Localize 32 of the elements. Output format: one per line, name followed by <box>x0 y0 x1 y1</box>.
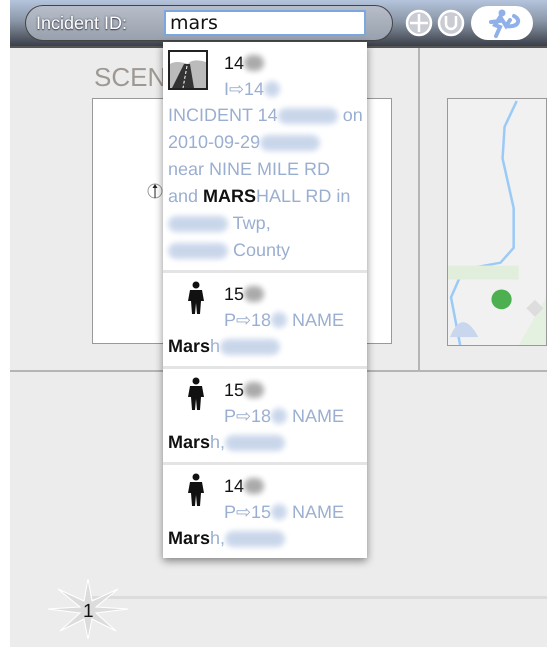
result-id: 15 <box>224 377 344 403</box>
result-text: Marsh, <box>168 525 363 552</box>
road-thumbnail-icon <box>168 50 208 90</box>
person-icon <box>186 473 206 507</box>
result-text: Twp, <box>168 210 363 237</box>
result-text: County <box>168 237 363 264</box>
suggestion-item[interactable]: 14 I⇨14 INCIDENT 14 on 2010-09-29 near NINE MILE RD and MARSHALL RD in Twp, County <box>163 42 367 273</box>
add-icon[interactable] <box>405 9 433 37</box>
person-icon <box>186 281 206 315</box>
result-id: 15 <box>224 281 344 307</box>
result-text: Marsh <box>168 333 363 360</box>
search-field[interactable]: mars <box>164 10 366 36</box>
result-text: and MARSHALL RD in <box>168 185 352 208</box>
panel-title: SCEN <box>94 62 164 94</box>
result-id: 14 <box>224 473 344 499</box>
result-link: I⇨14 <box>224 76 280 102</box>
suggestion-item[interactable]: 14 P⇨15 NAME Marsh, <box>163 465 367 558</box>
suggestion-item[interactable]: 15 P⇨18 NAME Marsh <box>163 273 367 369</box>
person-icon <box>186 377 206 411</box>
person-button[interactable] <box>471 6 533 40</box>
result-link: P⇨15 NAME <box>224 500 344 524</box>
page-number: 1 <box>83 601 94 623</box>
suggestion-item[interactable]: 15 P⇨18 NAME Marsh, <box>163 369 367 465</box>
result-text: Marsh, <box>168 429 363 456</box>
result-text: INCIDENT 14 on <box>168 104 363 127</box>
circle-cup-icon[interactable] <box>437 9 465 37</box>
result-link: P⇨18 NAME <box>224 308 344 332</box>
search-label: Incident ID: <box>36 12 128 34</box>
result-id: 14 <box>224 50 280 76</box>
result-text: near NINE MILE RD <box>168 158 332 181</box>
result-text: 2010-09-29 <box>168 129 363 156</box>
result-link: P⇨18 NAME <box>224 404 344 428</box>
